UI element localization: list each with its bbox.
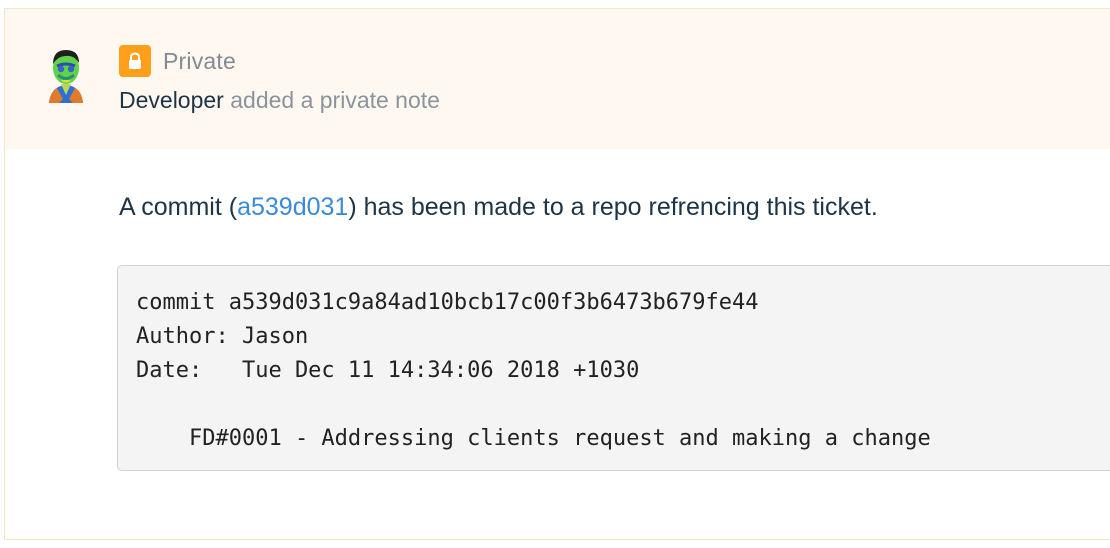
commit-details-block: commit a539d031c9a84ad10bcb17c00f3b6473b… bbox=[117, 265, 1110, 471]
private-label: Private bbox=[163, 47, 236, 74]
commit-hash-line: commit a539d031c9a84ad10bcb17c00f3b6473b… bbox=[136, 290, 759, 315]
note-header: Private Developer added a private note bbox=[5, 9, 1110, 149]
commit-date-line: Date: Tue Dec 11 14:34:06 2018 +1030 bbox=[136, 358, 640, 383]
visibility-badge: Private bbox=[119, 45, 236, 77]
activity-text: added a private note bbox=[223, 87, 440, 113]
message-prefix: A commit ( bbox=[119, 193, 238, 221]
private-note-card: Private Developer added a private note A… bbox=[4, 8, 1110, 540]
commit-blank-line bbox=[136, 388, 1110, 422]
note-message: A commit (a539d031) has been made to a r… bbox=[119, 193, 878, 222]
message-suffix: ) has been made to a repo refrencing thi… bbox=[348, 193, 878, 221]
lock-icon bbox=[119, 45, 151, 77]
author-name[interactable]: Developer bbox=[119, 87, 224, 113]
activity-line: Developer added a private note bbox=[119, 87, 440, 114]
commit-link[interactable]: a539d031 bbox=[237, 193, 348, 221]
avatar[interactable] bbox=[39, 43, 93, 105]
commit-author-line: Author: Jason bbox=[136, 324, 309, 349]
commit-message-line: FD#0001 - Addressing clients request and… bbox=[136, 426, 931, 451]
